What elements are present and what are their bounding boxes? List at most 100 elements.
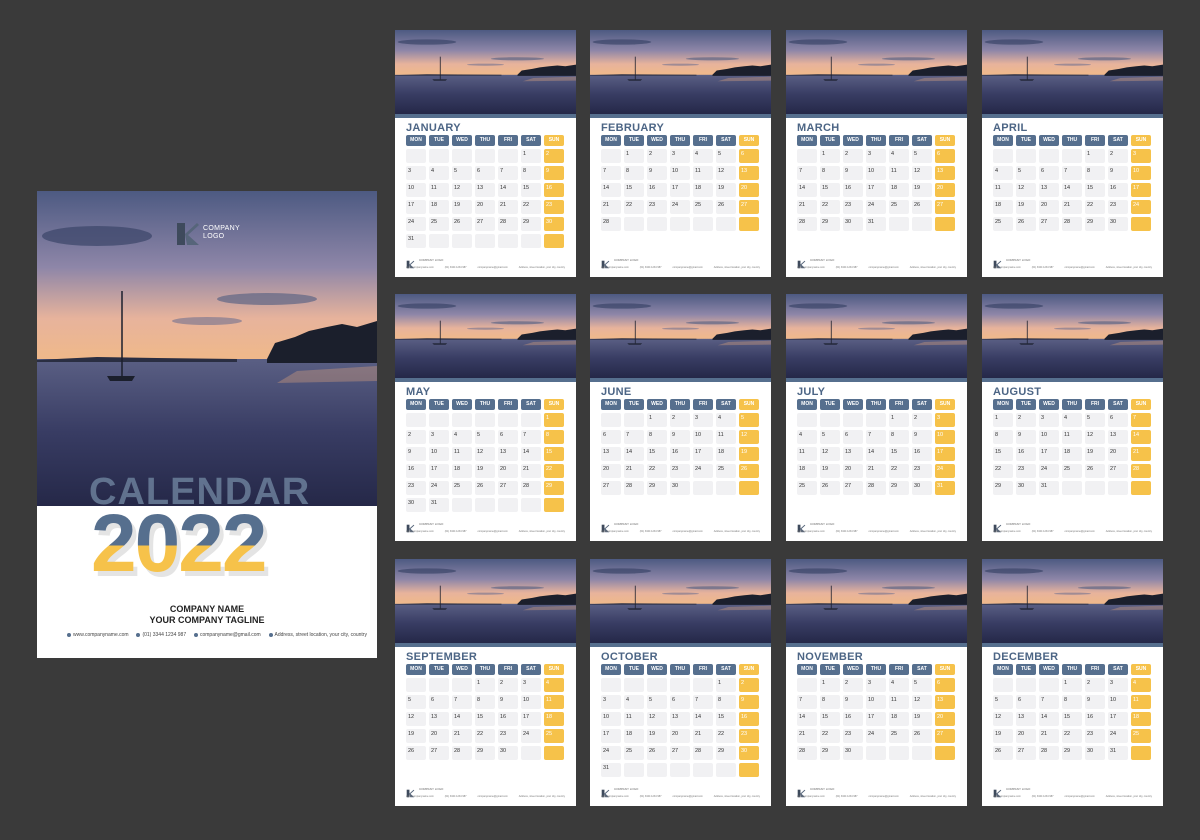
day-cell: 26 [647, 746, 667, 760]
day-cell [912, 746, 932, 760]
day-cell: 1 [647, 413, 667, 427]
day-cell: 21 [797, 200, 817, 214]
day-cell: 13 [1108, 430, 1128, 444]
day-cell: 12 [912, 695, 932, 709]
day-cell: 31 [935, 481, 955, 495]
day-cell: 29 [820, 746, 840, 760]
day-cell: 15 [889, 447, 909, 461]
day-cell: 7 [601, 166, 621, 180]
day-cell: 14 [1131, 430, 1151, 444]
day-cell [429, 678, 449, 692]
day-grid: MON TUE WED THU FRI SAT SUN 1 2 3 4 5 6 7 8 9 10 11 12 13 14… [797, 664, 956, 760]
photo-band [590, 114, 771, 118]
weekday-header: SUN [935, 135, 955, 146]
month-photo [786, 294, 967, 378]
day-cell: 4 [889, 678, 909, 692]
day-cell: 12 [647, 712, 667, 726]
day-cell: 19 [993, 729, 1013, 743]
day-cell: 6 [498, 430, 518, 444]
day-cell: 27 [843, 481, 863, 495]
day-cell: 10 [601, 712, 621, 726]
page-footer: COMPANY LOGO www.companyname.com (01) 3344… [797, 520, 956, 534]
day-cell [1016, 149, 1036, 163]
day-cell [429, 234, 449, 248]
footer-email: companyname@gmail.com [1064, 795, 1095, 798]
weekday-header: WED [452, 664, 472, 675]
day-cell: 15 [1085, 183, 1105, 197]
day-cell [993, 149, 1013, 163]
weekday-header: MON [797, 664, 817, 675]
weekday-header: FRI [693, 399, 713, 410]
day-cell: 9 [647, 166, 667, 180]
photo-band [590, 643, 771, 647]
day-cell: 17 [1108, 712, 1128, 726]
day-cell: 19 [452, 200, 472, 214]
day-cell [521, 498, 541, 512]
day-cell: 21 [693, 729, 713, 743]
weekday-header: FRI [889, 399, 909, 410]
contact-email: companyname@gmail.com [193, 632, 261, 638]
footer-website: www.companyname.com [993, 795, 1021, 798]
day-cell: 30 [739, 746, 759, 760]
day-cell: 29 [993, 481, 1013, 495]
footer-email: companyname@gmail.com [868, 266, 899, 269]
footer-phone: (01) 3344 1234 987 [1031, 795, 1054, 798]
day-cell: 19 [739, 447, 759, 461]
weekday-header: SAT [1108, 399, 1128, 410]
day-cell: 10 [866, 166, 886, 180]
day-cell: 23 [1085, 729, 1105, 743]
day-cell: 8 [624, 166, 644, 180]
day-cell: 19 [1016, 200, 1036, 214]
day-cell: 8 [820, 166, 840, 180]
month-title: MARCH [797, 122, 840, 134]
day-cell: 27 [429, 746, 449, 760]
logo-text: COMPANY LOGO [614, 522, 639, 526]
day-cell: 17 [601, 729, 621, 743]
month-page-august: AUGUST MON TUE WED THU FRI SAT SUN 1 2 3 4 5 6 7 8 9 10 11… [982, 294, 1163, 541]
logo-icon [993, 520, 1002, 533]
day-cell: 18 [889, 183, 909, 197]
weekday-header: SUN [1131, 135, 1151, 146]
day-cell: 28 [624, 481, 644, 495]
day-cell: 3 [406, 166, 426, 180]
day-cell: 11 [797, 447, 817, 461]
footer-contacts: www.companyname.com (01) 3344 1234 987 com… [406, 266, 565, 269]
company-name: COMPANY NAME [169, 604, 245, 614]
day-cell: 22 [820, 200, 840, 214]
day-cell [406, 149, 426, 163]
day-cell [1062, 149, 1082, 163]
day-cell: 18 [693, 183, 713, 197]
day-cell: 10 [521, 695, 541, 709]
logo-icon [177, 223, 199, 245]
day-cell: 21 [624, 464, 644, 478]
day-cell: 22 [475, 729, 495, 743]
day-cell: 21 [601, 200, 621, 214]
day-cell: 12 [993, 712, 1013, 726]
day-cell [475, 149, 495, 163]
day-cell: 23 [498, 729, 518, 743]
day-grid: MON TUE WED THU FRI SAT SUN 1 2 3 4 5 6 7 8 9 10 11 12 13 14… [993, 664, 1152, 760]
weekday-header: SUN [935, 664, 955, 675]
page-footer: COMPANY LOGO www.companyname.com (01) 3344… [797, 256, 956, 270]
month-title: JULY [797, 386, 826, 398]
day-cell: 24 [693, 464, 713, 478]
footer-phone: (01) 3344 1234 987 [1031, 266, 1054, 269]
day-cell: 13 [935, 166, 955, 180]
month-photo [786, 559, 967, 643]
day-cell: 2 [670, 413, 690, 427]
day-cell: 19 [406, 729, 426, 743]
footer-phone: (01) 3344 1234 987 [444, 530, 467, 533]
day-cell: 9 [498, 695, 518, 709]
day-cell: 31 [1039, 481, 1059, 495]
logo-text: COMPANY LOGO [810, 258, 835, 262]
day-cell: 30 [498, 746, 518, 760]
logo-icon [993, 256, 1002, 269]
footer-contacts: www.companyname.com (01) 3344 1234 987 com… [601, 530, 760, 533]
day-cell: 28 [797, 746, 817, 760]
footer-email: companyname@gmail.com [672, 530, 703, 533]
day-cell: 19 [647, 729, 667, 743]
day-cell [475, 234, 495, 248]
day-cell [521, 746, 541, 760]
day-cell: 18 [993, 200, 1013, 214]
day-cell: 14 [521, 447, 541, 461]
